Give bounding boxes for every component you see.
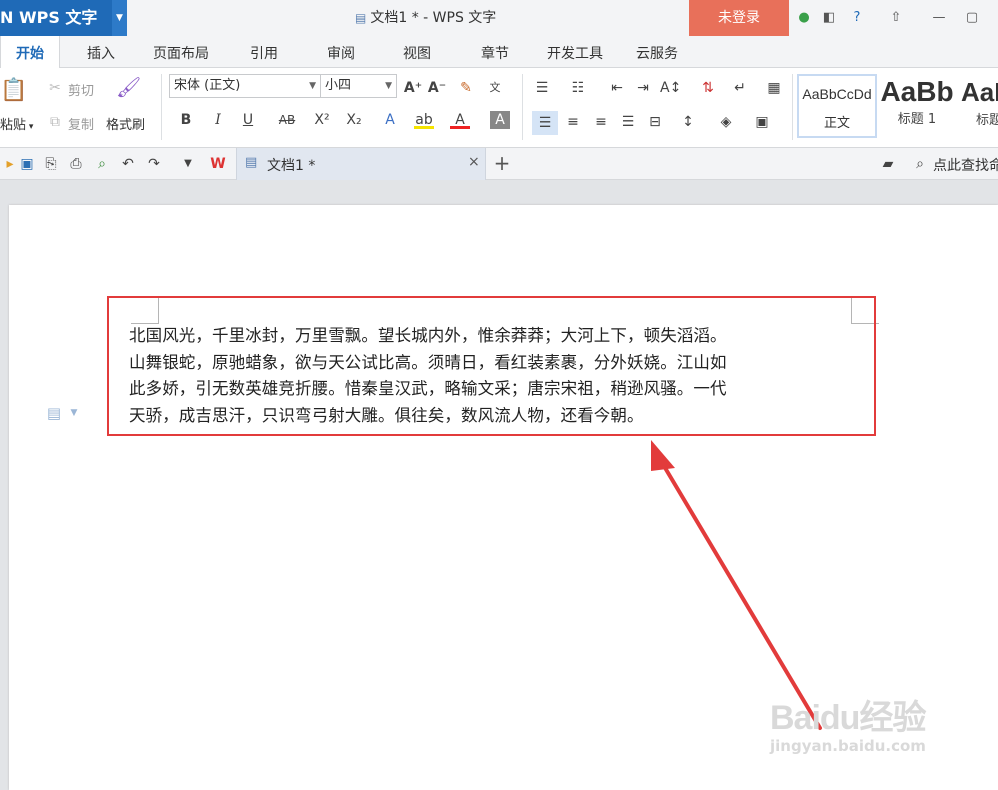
watermark-brand: Baidu经验 bbox=[770, 699, 926, 737]
watermark-url: jingyan.baidu.com bbox=[770, 737, 926, 755]
baidu-watermark: Baidu经验 jingyan.baidu.com bbox=[770, 690, 926, 755]
annotation-arrow bbox=[651, 440, 822, 730]
